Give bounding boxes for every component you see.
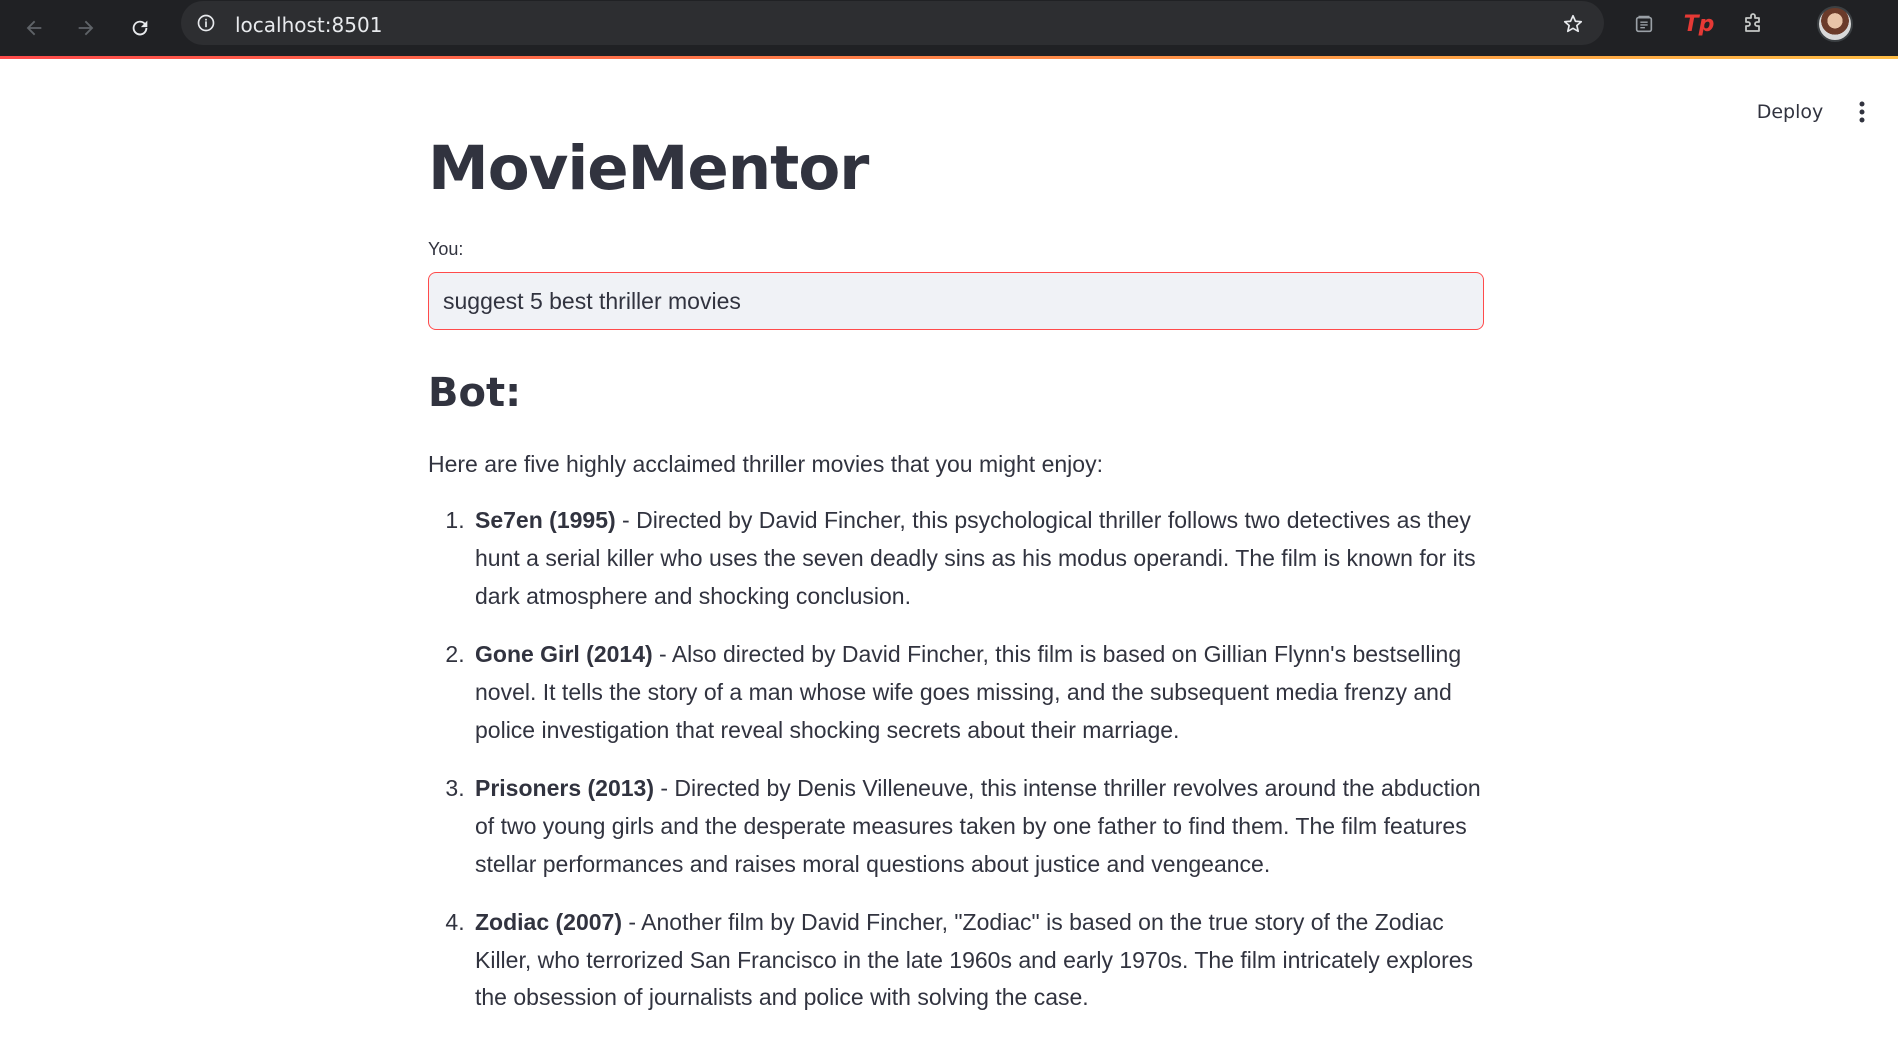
address-bar[interactable]: localhost:8501 <box>181 1 1604 45</box>
browser-toolbar: localhost:8501 Tp <box>0 0 1898 56</box>
kebab-menu-icon[interactable] <box>1850 96 1874 128</box>
back-arrow-icon[interactable] <box>16 10 52 46</box>
movie-title: Zodiac (2007) <box>475 908 622 935</box>
movie-title: Prisoners (2013) <box>475 774 654 801</box>
movie-description: - Another film by David Fincher, "Zodiac… <box>475 908 1474 1011</box>
reload-icon[interactable] <box>122 10 158 46</box>
movie-list-item: Se7en (1995) - Directed by David Fincher… <box>471 502 1484 616</box>
forward-arrow-icon[interactable] <box>68 10 104 46</box>
movie-description: - Directed by David Fincher, this psycho… <box>475 507 1476 609</box>
tp-extension-icon[interactable]: Tp <box>1684 9 1715 39</box>
deploy-button[interactable]: Deploy <box>1748 96 1832 128</box>
tab-search-icon[interactable] <box>1629 9 1659 39</box>
url-text[interactable]: localhost:8501 <box>235 13 382 37</box>
main-content: MovieMentor You: Bot: Here are five high… <box>428 132 1484 1037</box>
bot-intro-text: Here are five highly acclaimed thriller … <box>428 451 1103 478</box>
profile-avatar[interactable] <box>1817 6 1853 42</box>
movie-list-item: Prisoners (2013) - Directed by Denis Vil… <box>471 770 1484 884</box>
movie-list-item: Zodiac (2007) - Another film by David Fi… <box>471 904 1484 1018</box>
bot-heading: Bot: <box>428 370 522 417</box>
chat-input[interactable] <box>441 286 1483 316</box>
page-title: MovieMentor <box>428 133 869 204</box>
bookmark-star-icon[interactable] <box>1560 11 1586 37</box>
extensions-puzzle-icon[interactable] <box>1738 9 1768 39</box>
movie-title: Gone Girl (2014) <box>475 640 653 667</box>
input-label: You: <box>428 239 464 260</box>
info-icon[interactable] <box>195 12 217 34</box>
chat-input-container[interactable] <box>428 272 1484 331</box>
movie-list-item: Gone Girl (2014) - Also directed by Davi… <box>471 636 1484 750</box>
movie-title: Se7en (1995) <box>475 507 616 534</box>
movie-list: Se7en (1995) - Directed by David Fincher… <box>428 502 1484 1017</box>
app-header-decoration <box>0 56 1898 59</box>
